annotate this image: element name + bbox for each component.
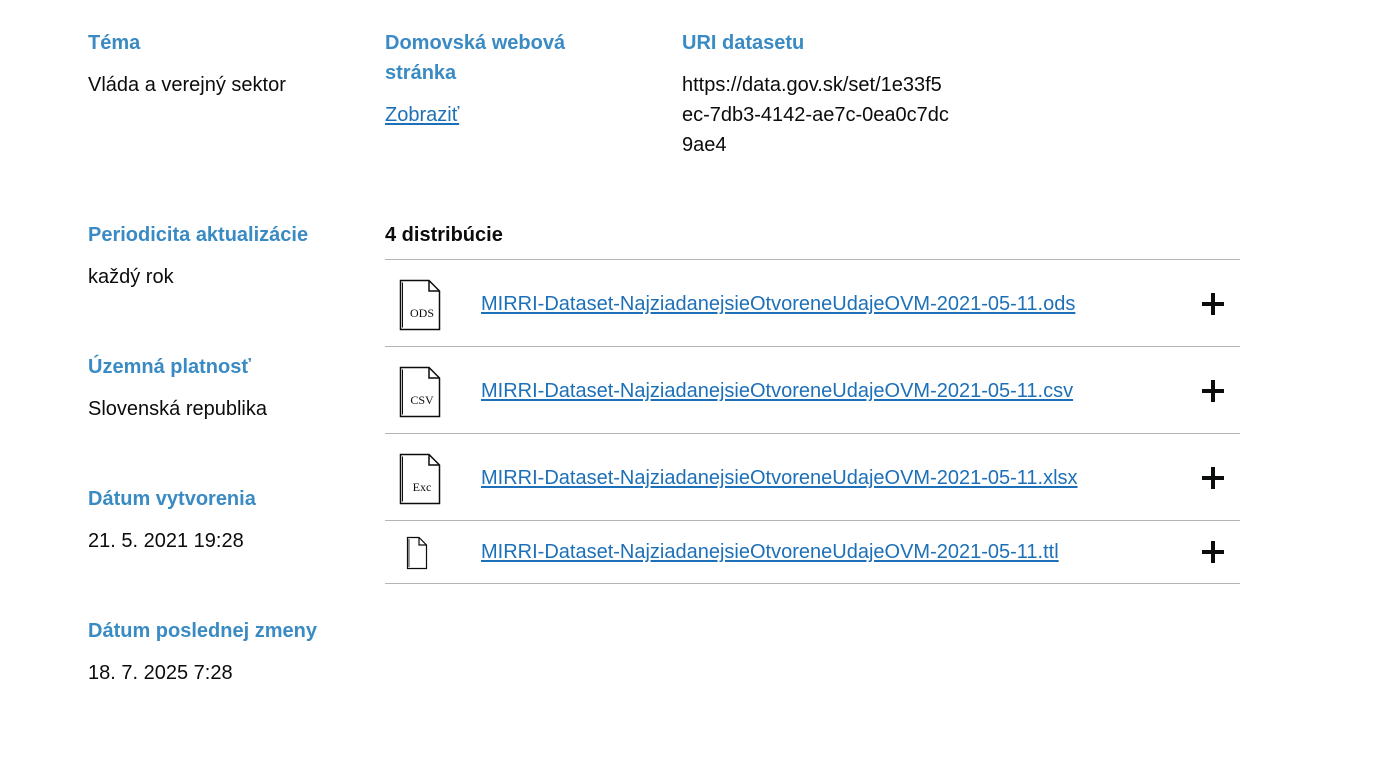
expand-plus-icon[interactable] (1202, 541, 1224, 563)
modified-heading: Dátum poslednej zmeny (88, 620, 317, 642)
distribution-link-xlsx[interactable]: MIRRI-Dataset-NajziadanejsieOtvoreneUdaj… (481, 463, 1078, 493)
csv-file-icon: CSV (399, 366, 441, 418)
homepage-heading: Domovská webová stránka (385, 32, 566, 84)
tema-value: Vláda a verejný sektor (88, 74, 286, 96)
distribution-list: ODS MIRRI-Dataset-NajziadanejsieOtvorene… (385, 259, 1240, 584)
distribution-row-xlsx: Exc MIRRI-Dataset-NajziadanejsieOtvorene… (385, 434, 1240, 521)
created-heading: Dátum vytvorenia (88, 488, 256, 510)
ods-file-icon: ODS (399, 279, 441, 331)
distribution-row-ttl: MIRRI-Dataset-NajziadanejsieOtvoreneUdaj… (385, 521, 1240, 584)
uri-heading: URI datasetu (682, 32, 805, 54)
distribution-link-ttl[interactable]: MIRRI-Dataset-NajziadanejsieOtvoreneUdaj… (481, 537, 1059, 567)
created-value: 21. 5. 2021 19:28 (88, 530, 244, 552)
excel-file-icon: Exc (399, 453, 441, 505)
svg-text:ODS: ODS (410, 306, 434, 320)
svg-text:Exc: Exc (413, 480, 432, 494)
svg-text:CSV: CSV (410, 393, 434, 407)
distribution-row-csv: CSV MIRRI-Dataset-NajziadanejsieOtvorene… (385, 347, 1240, 434)
tema-heading: Téma (88, 32, 141, 54)
distribution-link-ods[interactable]: MIRRI-Dataset-NajziadanejsieOtvoreneUdaj… (481, 289, 1075, 319)
periodicity-value: každý rok (88, 266, 174, 288)
expand-plus-icon[interactable] (1202, 467, 1224, 489)
expand-plus-icon[interactable] (1202, 380, 1224, 402)
territory-heading: Územná platnosť (88, 356, 251, 378)
generic-file-icon (399, 536, 429, 570)
uri-value: https://data.gov.sk/set/1e33f5ec-7db3-41… (682, 74, 949, 156)
territory-value: Slovenská republika (88, 398, 267, 420)
distribution-link-csv[interactable]: MIRRI-Dataset-NajziadanejsieOtvoreneUdaj… (481, 376, 1073, 406)
homepage-link-wrapper: Zobraziť (385, 100, 459, 130)
modified-value: 18. 7. 2025 7:28 (88, 662, 233, 684)
expand-plus-icon[interactable] (1202, 293, 1224, 315)
distribution-count: 4 distribúcie (385, 224, 503, 246)
homepage-link[interactable]: Zobraziť (385, 104, 459, 126)
distribution-row-ods: ODS MIRRI-Dataset-NajziadanejsieOtvorene… (385, 260, 1240, 347)
periodicity-heading: Periodicita aktualizácie (88, 224, 309, 246)
